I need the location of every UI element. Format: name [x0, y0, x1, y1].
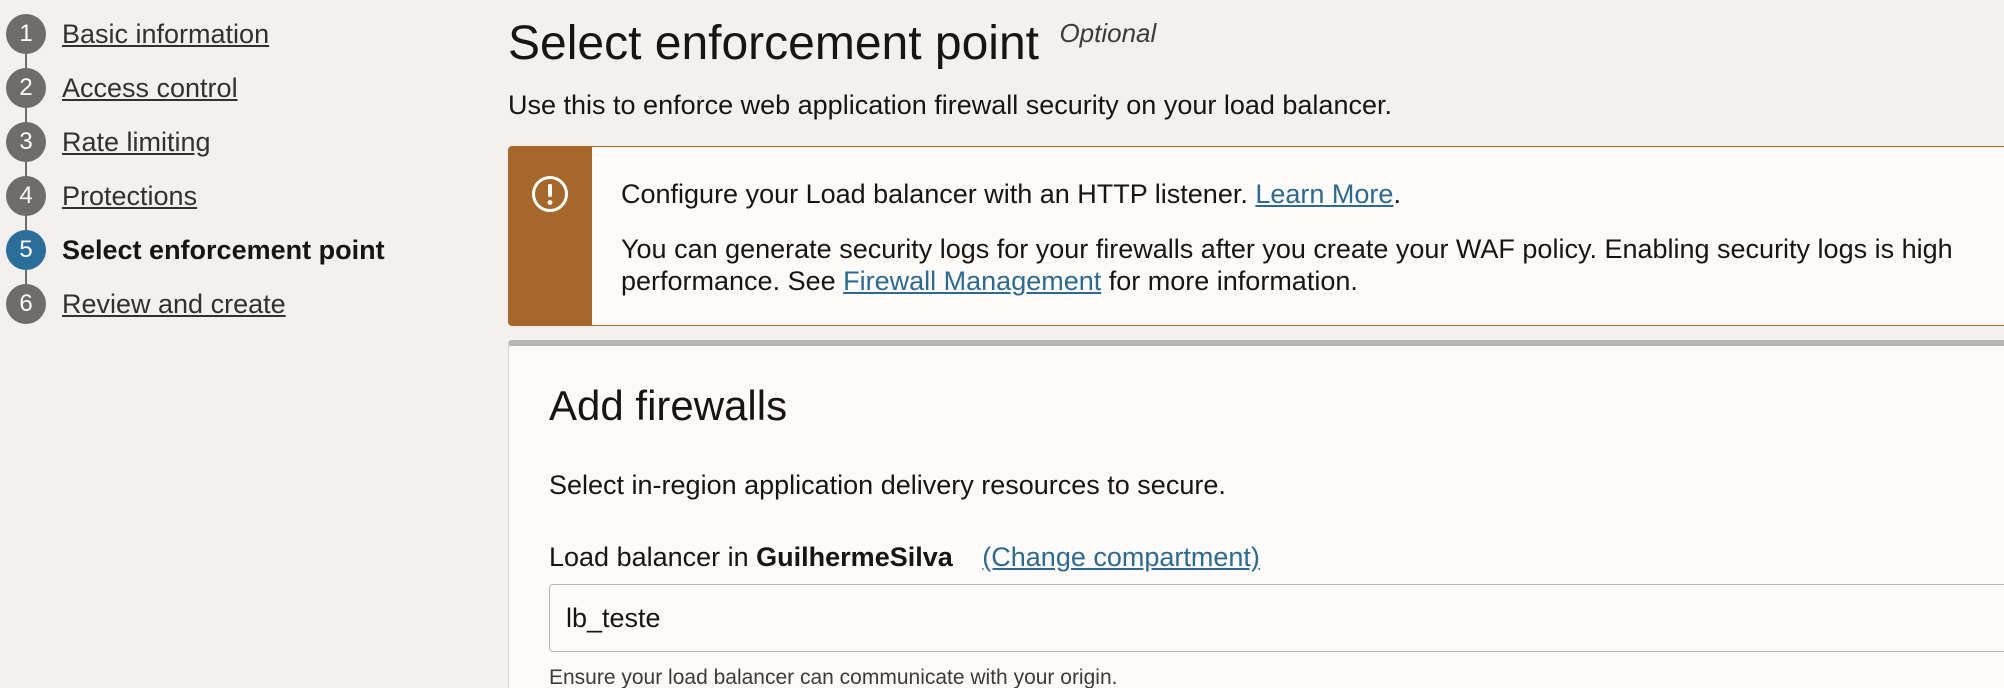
firewall-management-link[interactable]: Firewall Management	[843, 266, 1101, 296]
step-number-badge: 1	[6, 14, 46, 54]
page-title-row: Select enforcement point Optional	[508, 16, 1156, 71]
banner-see-text: performance. See	[621, 266, 836, 296]
banner-more-info-text: for more information.	[1108, 266, 1358, 296]
step-number-badge: 2	[6, 68, 46, 108]
step-rate-limiting[interactable]: 3 Rate limiting	[6, 122, 211, 162]
learn-more-link[interactable]: Learn More	[1255, 179, 1393, 209]
warning-banner: Configure your Load balancer with an HTT…	[508, 146, 2004, 326]
main-content: Select enforcement point Optional Use th…	[508, 0, 2004, 688]
banner-message-listener: Configure your Load balancer with an HTT…	[621, 179, 1401, 210]
banner-logs-continuation: performance. See Firewall Management for…	[621, 265, 1953, 297]
step-label[interactable]: Access control	[62, 73, 238, 104]
exclamation-circle-icon	[532, 176, 568, 212]
load-balancer-helper-text: Ensure your load balancer can communicat…	[549, 666, 1118, 688]
step-basic-information[interactable]: 1 Basic information	[6, 14, 269, 54]
add-firewalls-card: Add firewalls Select in-region applicati…	[508, 340, 2004, 688]
banner-logs-text: You can generate security logs for your …	[621, 234, 1953, 264]
wizard-steps: 1 Basic information 2 Access control 3 R…	[0, 0, 480, 688]
step-number-badge: 6	[6, 284, 46, 324]
banner-message-logs: You can generate security logs for your …	[621, 233, 1953, 297]
field-label-text: Load balancer in	[549, 542, 749, 572]
step-label[interactable]: Rate limiting	[62, 127, 211, 158]
card-title: Add firewalls	[549, 382, 788, 429]
banner-period: .	[1393, 179, 1401, 209]
step-protections[interactable]: 4 Protections	[6, 176, 197, 216]
load-balancer-select[interactable]: lb_teste	[549, 584, 2004, 652]
step-number-badge: 3	[6, 122, 46, 162]
optional-tag: Optional	[1059, 18, 1157, 48]
step-label[interactable]: Basic information	[62, 19, 269, 50]
step-number-badge: 5	[6, 230, 46, 270]
change-compartment-link[interactable]: (Change compartment)	[982, 542, 1260, 572]
step-label[interactable]: Protections	[62, 181, 197, 212]
banner-accent-stripe	[509, 147, 592, 325]
step-select-enforcement-point: 5 Select enforcement point	[6, 230, 385, 270]
step-number-badge: 4	[6, 176, 46, 216]
page-subtitle: Use this to enforce web application fire…	[508, 90, 1392, 120]
banner-listener-text: Configure your Load balancer with an HTT…	[621, 179, 1248, 209]
page-title: Select enforcement point	[508, 17, 1039, 70]
card-description: Select in-region application delivery re…	[549, 470, 1226, 500]
load-balancer-field-label: Load balancer in GuilhermeSilva (Change …	[549, 542, 1260, 573]
step-access-control[interactable]: 2 Access control	[6, 68, 238, 108]
step-label[interactable]: Review and create	[62, 289, 286, 320]
step-label: Select enforcement point	[62, 234, 385, 265]
compartment-name: GuilhermeSilva	[756, 542, 953, 572]
step-review-and-create[interactable]: 6 Review and create	[6, 284, 286, 324]
